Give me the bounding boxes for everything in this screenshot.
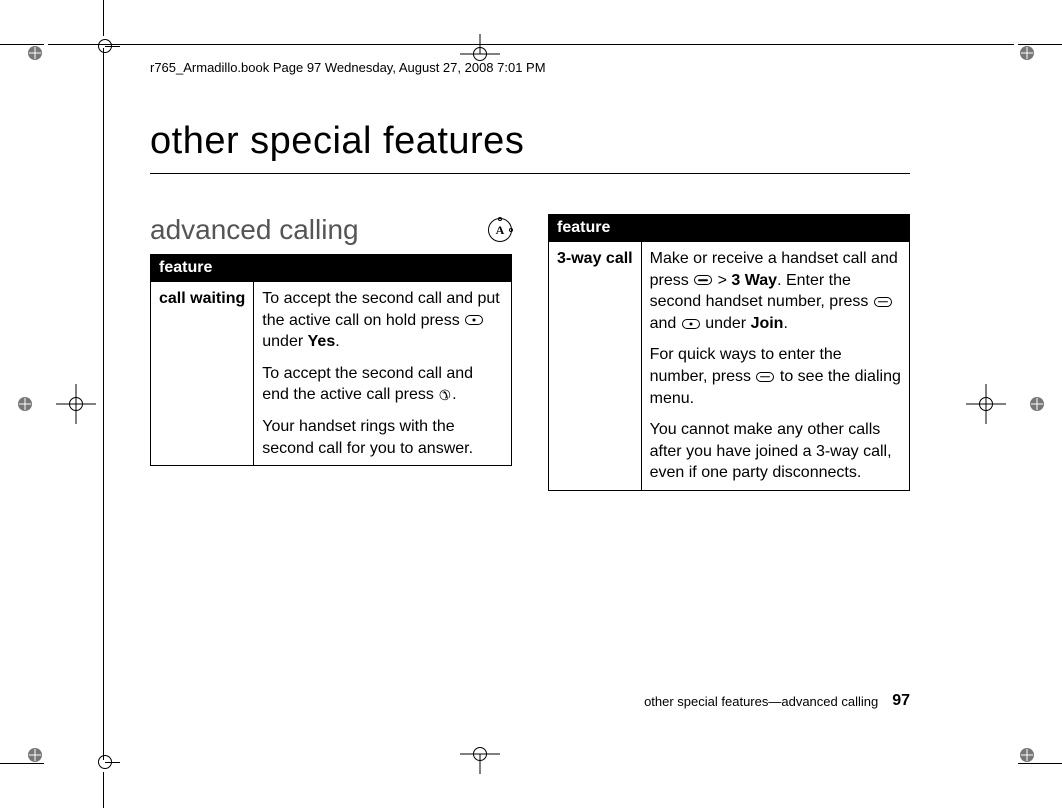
registration-mark: [28, 748, 42, 762]
chapter-rule: [150, 173, 910, 174]
registration-dot: [1030, 397, 1044, 411]
registration-mark: [1020, 748, 1034, 762]
registration-dot: [18, 397, 32, 411]
feature-table-left: feature call waiting To accept the secon…: [150, 254, 512, 466]
crop-line: [1018, 763, 1062, 764]
registration-cross-bottomleft: [95, 752, 115, 772]
feature-availability-icon: A: [488, 218, 512, 242]
chapter-title: other special features: [150, 120, 910, 163]
crop-line: [103, 772, 104, 808]
crop-line: [103, 0, 104, 36]
registration-mark: [1020, 46, 1034, 60]
registration-cross-topleft: [95, 36, 115, 56]
registration-cross-bottom: [460, 734, 500, 774]
crop-line: [0, 44, 44, 45]
registration-cross: [56, 384, 96, 424]
registration-group-right: [966, 384, 1044, 424]
registration-mark: [28, 46, 42, 60]
feature-name: call waiting: [151, 282, 254, 466]
trim-line-top: [48, 44, 1014, 45]
feature-description: To accept the second call and put the ac…: [254, 282, 512, 466]
feature-name: 3-way call: [549, 242, 642, 491]
end-key-icon: ✆: [439, 386, 451, 405]
menu-key-icon: [694, 275, 712, 285]
table-header: feature: [151, 255, 512, 282]
right-column: feature 3-way call Make or receive a han…: [548, 214, 910, 491]
feature-table-right: feature 3-way call Make or receive a han…: [548, 214, 910, 491]
section-title: advanced calling: [150, 214, 359, 246]
table-header: feature: [549, 215, 910, 242]
footer-text: other special features—advanced calling: [644, 694, 878, 709]
page-content: other special features advanced calling …: [150, 100, 910, 710]
softkey-icon: [682, 319, 700, 329]
feature-description: Make or receive a handset call and press…: [641, 242, 909, 491]
page-number: 97: [892, 692, 910, 710]
running-header: r765_Armadillo.book Page 97 Wednesday, A…: [150, 60, 546, 75]
registration-group-left: [18, 384, 96, 424]
running-footer: other special features—advanced calling …: [644, 692, 910, 710]
trim-line-left: [103, 48, 104, 760]
registration-cross: [966, 384, 1006, 424]
left-column: advanced calling A feature call waiting …: [150, 214, 512, 466]
menu-key-icon: [756, 372, 774, 382]
softkey-icon: [465, 315, 483, 325]
crop-line: [0, 763, 44, 764]
crop-line: [1018, 44, 1062, 45]
menu-key-icon: [874, 297, 892, 307]
